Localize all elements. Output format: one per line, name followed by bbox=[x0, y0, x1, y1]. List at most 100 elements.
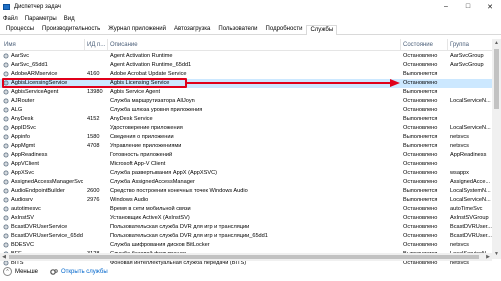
service-group: wsappx bbox=[450, 170, 469, 176]
service-name: AppReadiness bbox=[11, 152, 48, 158]
close-button[interactable]: ✕ bbox=[479, 0, 501, 13]
tab-startup[interactable]: Автозагрузка bbox=[170, 24, 214, 34]
red-arrow-icon bbox=[186, 79, 400, 87]
column-divider[interactable] bbox=[447, 39, 448, 50]
service-row[interactable]: AgbisServiceAgent 13980 Agbis Service Agen… bbox=[0, 88, 492, 97]
column-divider[interactable] bbox=[84, 39, 85, 50]
service-description: Пользовательская служба DVR для игр и тр… bbox=[110, 233, 268, 239]
service-gear-icon bbox=[3, 215, 9, 221]
service-gear-icon bbox=[3, 98, 9, 104]
service-status: Выполняется bbox=[403, 116, 438, 122]
service-name: AppIDSvc bbox=[11, 125, 36, 131]
header-name[interactable]: Имя bbox=[4, 42, 16, 48]
open-services-link[interactable]: Открыть службы bbox=[50, 268, 108, 276]
service-name: autotimesvc bbox=[11, 206, 41, 212]
less-details-button[interactable]: ⌃ Меньше bbox=[3, 267, 38, 276]
footer: ⌃ Меньше Открыть службы bbox=[0, 262, 501, 281]
service-status: Остановлено bbox=[403, 161, 438, 167]
chevron-up-icon: ⌃ bbox=[3, 267, 12, 276]
service-row[interactable]: AssignedAccessManagerSvc Служба AssignedA… bbox=[0, 178, 492, 187]
service-status: Остановлено bbox=[403, 215, 438, 221]
service-gear-icon bbox=[3, 170, 9, 176]
minimize-button[interactable]: – bbox=[435, 0, 457, 13]
service-name: BcastDVRUserService bbox=[11, 224, 68, 230]
tab-performance[interactable]: Производительность bbox=[38, 24, 104, 34]
service-row[interactable]: AarSvc Agent Activation Runtime Остановлен… bbox=[0, 52, 492, 61]
scroll-up-icon[interactable]: ▲ bbox=[492, 39, 501, 48]
tab-app-history[interactable]: Журнал приложений bbox=[104, 24, 170, 34]
service-group: LocalServiceN... bbox=[450, 125, 491, 131]
service-row[interactable]: autotimesvc Время в сети мобильной связи О… bbox=[0, 205, 492, 214]
tab-details[interactable]: Подробности bbox=[262, 24, 307, 34]
header-description[interactable]: Описание bbox=[110, 42, 138, 48]
scroll-left-icon[interactable]: ◀ bbox=[0, 253, 8, 261]
service-group: AarSvcGroup bbox=[450, 62, 484, 68]
service-description: Время в сети мобильной связи bbox=[110, 206, 191, 212]
service-row[interactable]: BcastDVRUserService_65dd1 Пользовательска… bbox=[0, 232, 492, 241]
service-row[interactable]: AudioEndpointBuilder 2600 Средство построе… bbox=[0, 187, 492, 196]
service-row[interactable]: ALG Служба шлюза уровня приложения Останов… bbox=[0, 106, 492, 115]
service-row[interactable]: AnyDesk 4152 AnyDesk Service Выполняется bbox=[0, 115, 492, 124]
tab-processes[interactable]: Процессы bbox=[2, 24, 38, 34]
scroll-thumb-horizontal[interactable] bbox=[9, 255, 479, 259]
service-description: Agent Activation Runtime bbox=[110, 53, 173, 59]
window-title: Диспетчер задач bbox=[14, 3, 61, 10]
horizontal-scrollbar[interactable]: ◀ ▶ bbox=[0, 253, 492, 261]
tab-bar: Процессы Производительность Журнал прило… bbox=[0, 24, 501, 35]
scroll-down-icon[interactable]: ▼ bbox=[492, 250, 501, 259]
service-pid: 2600 bbox=[87, 188, 100, 194]
tab-users[interactable]: Пользователи bbox=[214, 24, 261, 34]
service-name: AssignedAccessManagerSvc bbox=[11, 179, 83, 185]
service-status: Выполняется bbox=[403, 143, 438, 149]
service-description: Готовность приложений bbox=[110, 152, 173, 158]
service-description: Пользовательская служба DVR для игр и тр… bbox=[110, 224, 250, 230]
service-pid: 4152 bbox=[87, 116, 100, 122]
service-status: Выполняется bbox=[403, 197, 438, 203]
service-name: Appinfo bbox=[11, 134, 30, 140]
column-divider[interactable] bbox=[107, 39, 108, 50]
menu-options[interactable]: Параметры bbox=[25, 16, 57, 22]
service-gear-icon bbox=[3, 242, 9, 248]
service-row[interactable]: AJRouter Служба маршрутизатора AllJoyn Ост… bbox=[0, 97, 492, 106]
service-status: Остановлено bbox=[403, 107, 438, 113]
menu-view[interactable]: Вид bbox=[64, 16, 75, 22]
column-divider[interactable] bbox=[400, 39, 401, 50]
scroll-right-icon[interactable]: ▶ bbox=[484, 253, 492, 261]
service-name: AudioEndpointBuilder bbox=[11, 188, 65, 194]
service-row[interactable]: AppVClient Microsoft App-V Client Остановл… bbox=[0, 160, 492, 169]
service-row[interactable]: Audiosrv 2976 Windows Audio Выполняется Loca… bbox=[0, 196, 492, 205]
service-description: Agent Activation Runtime_65dd1 bbox=[110, 62, 192, 68]
service-group: BcastDVRUser... bbox=[450, 224, 492, 230]
service-gear-icon bbox=[3, 206, 9, 212]
header-status[interactable]: Состояние bbox=[403, 42, 433, 48]
service-row[interactable]: BcastDVRUserService Пользовательская служ… bbox=[0, 223, 492, 232]
service-pid: 2976 bbox=[87, 197, 100, 203]
service-status: Выполняется bbox=[403, 134, 438, 140]
header-pid[interactable]: ИД п... bbox=[87, 42, 105, 48]
service-row[interactable]: BDESVC Служба шифрования дисков BitLocker… bbox=[0, 241, 492, 250]
service-group: LocalServiceN... bbox=[450, 197, 491, 203]
tab-services[interactable]: Службы bbox=[306, 25, 338, 35]
service-description: Сведения о приложении bbox=[110, 134, 174, 140]
service-gear-icon bbox=[3, 233, 9, 239]
service-status: Выполняется bbox=[403, 71, 438, 77]
service-gear-icon bbox=[3, 152, 9, 158]
service-status: Остановлено bbox=[403, 98, 438, 104]
service-gear-icon bbox=[3, 134, 9, 140]
header-group[interactable]: Группа bbox=[450, 42, 469, 48]
service-row[interactable]: AarSvc_65dd1 Agent Activation Runtime_65d… bbox=[0, 61, 492, 70]
service-row[interactable]: AppXSvc Служба развертывания AppX (AppXSV… bbox=[0, 169, 492, 178]
menu-bar: Файл Параметры Вид bbox=[0, 13, 82, 24]
vertical-scrollbar[interactable]: ▲ ▼ bbox=[492, 39, 501, 259]
service-row[interactable]: AppReadiness Готовность приложений Останов… bbox=[0, 151, 492, 160]
service-row[interactable]: AppIDSvc Удостоверение приложения Остановл… bbox=[0, 124, 492, 133]
scroll-thumb[interactable] bbox=[494, 49, 499, 109]
menu-file[interactable]: Файл bbox=[3, 16, 18, 22]
service-row[interactable]: Appinfo 1580 Сведения о приложении Выполняе… bbox=[0, 133, 492, 142]
maximize-button[interactable]: □ bbox=[457, 0, 479, 13]
service-description: Служба шлюза уровня приложения bbox=[110, 107, 203, 113]
service-row[interactable]: AxInstSV Установщик ActiveX (AxInstSV) Ост… bbox=[0, 214, 492, 223]
service-group: LocalServiceN... bbox=[450, 98, 491, 104]
service-row[interactable]: AppMgmt 4708 Управление приложениями Выполн… bbox=[0, 142, 492, 151]
service-status: Остановлено bbox=[403, 62, 438, 68]
